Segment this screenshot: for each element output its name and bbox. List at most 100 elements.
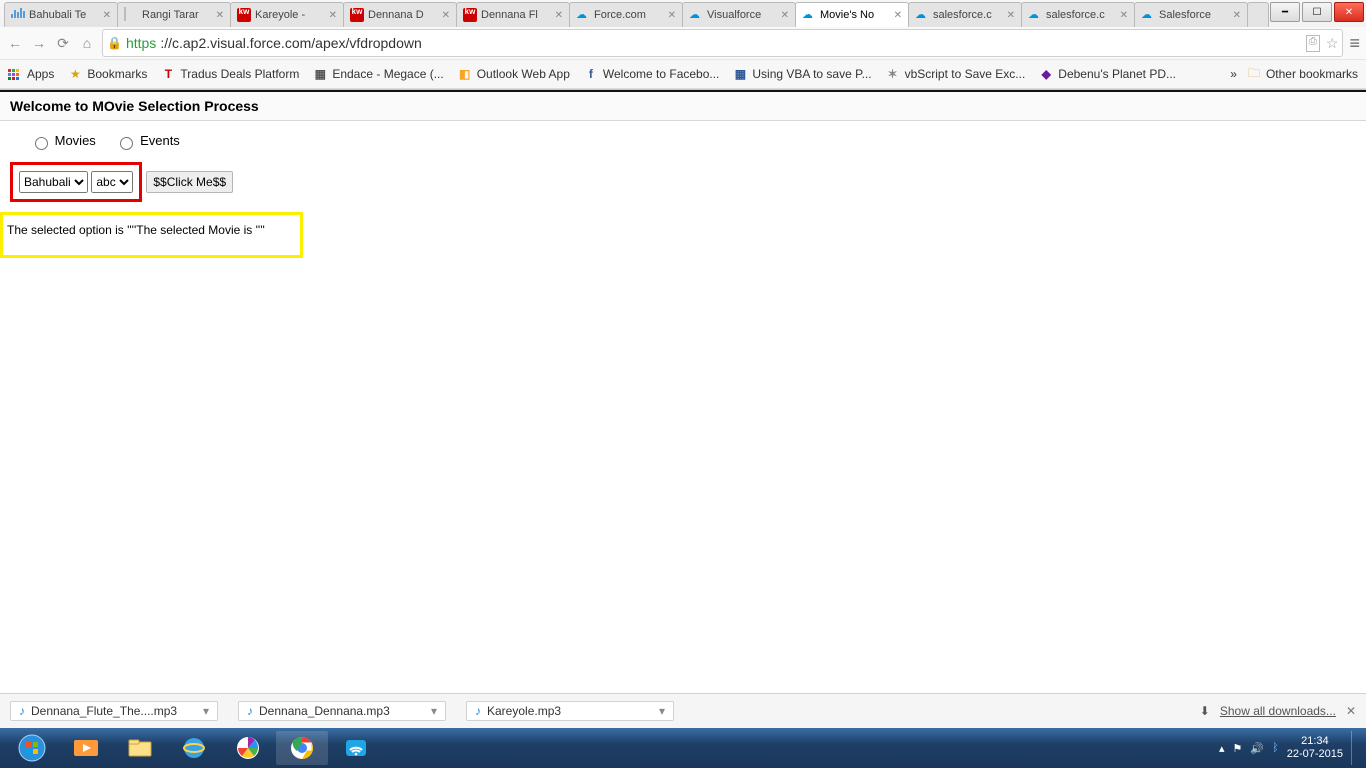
tab-close-icon[interactable]: ✕ (442, 10, 450, 21)
tab-label: salesforce.c (1046, 9, 1114, 21)
bookmark-item[interactable]: ▦ Endace - Megace (... (313, 67, 443, 81)
salesforce-cloud-icon: ☁ (915, 8, 929, 22)
tab-close-icon[interactable]: ✕ (329, 10, 337, 21)
bookmark-label: Tradus Deals Platform (180, 67, 299, 81)
address-bar[interactable]: 🔒 https://c.ap2.visual.force.com/apex/vf… (102, 29, 1343, 57)
reload-button[interactable]: ⟳ (54, 35, 72, 52)
url-scheme: https (126, 35, 156, 51)
bookmark-overflow-button[interactable]: » (1230, 67, 1237, 81)
window-maximize-button[interactable]: ☐ (1302, 2, 1332, 22)
other-bookmarks-label: Other bookmarks (1266, 67, 1358, 81)
radio-movies-wrap[interactable]: Movies (30, 133, 96, 148)
browser-tab[interactable]: ☁Visualforce✕ (682, 2, 796, 27)
download-item[interactable]: ♪Kareyole.mp3▾ (466, 701, 674, 721)
tab-close-icon[interactable]: ✕ (216, 10, 224, 21)
taskbar-ie[interactable] (168, 731, 220, 765)
systray-show-hidden-icon[interactable]: ▴ (1219, 742, 1225, 755)
bookmark-item[interactable]: ◧Outlook Web App (458, 67, 570, 81)
tab-close-icon[interactable]: ✕ (894, 10, 902, 21)
bookmark-favicon: ▦ (313, 67, 327, 81)
secondary-dropdown[interactable]: abc (91, 171, 133, 193)
browser-tab[interactable]: Bahubali Te ✕ (4, 2, 118, 27)
bookmark-label: Endace - Megace (... (332, 67, 443, 81)
home-button[interactable]: ⌂ (78, 35, 96, 51)
windows-taskbar: ▴ ⚑ 🔊 ᛒ 21:34 22-07-2015 (0, 728, 1366, 768)
show-desktop-button[interactable] (1351, 731, 1360, 765)
bookmark-favicon: ✶ (886, 67, 900, 81)
tab-close-icon[interactable]: ✕ (781, 10, 789, 21)
chevron-down-icon[interactable]: ▾ (431, 704, 437, 718)
salesforce-cloud-icon: ☁ (1028, 8, 1042, 22)
folder-icon: 🗀 (1247, 64, 1261, 85)
systray-action-center-icon[interactable]: ⚑ (1233, 742, 1243, 755)
other-bookmarks-button[interactable]: 🗀 Other bookmarks (1247, 64, 1358, 85)
browser-tab[interactable]: ☁ salesforce.c ✕ (1021, 2, 1135, 27)
window-close-button[interactable]: ✕ (1334, 2, 1364, 22)
bookmark-item-star[interactable]: ★ Bookmarks (68, 67, 147, 81)
browser-tab[interactable]: ☁salesforce.c✕ (908, 2, 1022, 27)
movie-dropdown[interactable]: Bahubali (19, 171, 88, 193)
click-me-button[interactable]: $$Click Me$$ (146, 171, 233, 193)
systray-volume-icon[interactable]: 🔊 (1250, 742, 1264, 755)
back-button[interactable]: ← (6, 35, 24, 51)
salesforce-cloud-icon: ☁ (1141, 8, 1155, 22)
pdf-reader-icon[interactable]: ⎙ (1306, 35, 1320, 52)
tab-label: Bahubali Te (29, 9, 97, 21)
apps-shortcut[interactable]: Apps (8, 67, 54, 81)
new-tab-button[interactable] (1247, 2, 1269, 27)
taskbar-chrome[interactable] (276, 731, 328, 765)
chrome-menu-button[interactable]: ≡ (1349, 33, 1360, 54)
page-favicon (124, 8, 138, 22)
chevron-down-icon[interactable]: ▾ (659, 704, 665, 718)
bookmark-item[interactable]: ✶vbScript to Save Exc... (886, 67, 1026, 81)
bookmark-item[interactable]: ▦Using VBA to save P... (733, 67, 871, 81)
systray-bluetooth-icon[interactable]: ᛒ (1272, 742, 1279, 754)
bookmark-label: Using VBA to save P... (752, 67, 871, 81)
salesforce-cloud-icon: ☁ (576, 8, 590, 22)
radio-events[interactable] (120, 137, 133, 150)
download-filename: Kareyole.mp3 (487, 704, 561, 718)
window-minimize-button[interactable]: ━ (1270, 2, 1300, 22)
bookmark-label: Bookmarks (87, 67, 147, 81)
tab-close-icon[interactable]: ✕ (1007, 10, 1015, 21)
forward-button[interactable]: → (30, 35, 48, 51)
taskbar-media-player[interactable] (60, 731, 112, 765)
bookmark-item[interactable]: TTradus Deals Platform (161, 67, 299, 81)
start-button[interactable] (6, 731, 58, 765)
chevron-down-icon[interactable]: ▾ (203, 704, 209, 718)
lock-icon: 🔒 (107, 36, 122, 50)
show-all-downloads-link[interactable]: Show all downloads... (1220, 704, 1336, 718)
bookmark-favicon: ◧ (458, 67, 472, 81)
tab-close-icon[interactable]: ✕ (1120, 10, 1128, 21)
browser-tab[interactable]: ☁Force.com ✕ (569, 2, 683, 27)
radio-movies[interactable] (35, 137, 48, 150)
page-title: Welcome to MOvie Selection Process (0, 92, 1366, 121)
browser-tab[interactable]: ☁Movie's No✕ (795, 2, 909, 27)
bookmark-favicon: f (584, 67, 598, 81)
taskbar-file-explorer[interactable] (114, 731, 166, 765)
bookmark-label: Debenu's Planet PD... (1058, 67, 1176, 81)
download-item[interactable]: ♪Dennana_Dennana.mp3▾ (238, 701, 446, 721)
tab-close-icon[interactable]: ✕ (555, 10, 563, 21)
audio-file-icon: ♪ (19, 704, 25, 718)
taskbar-picasa[interactable] (222, 731, 274, 765)
tab-close-icon[interactable]: ✕ (103, 10, 111, 21)
browser-tab[interactable]: kwKareyole - ✕ (230, 2, 344, 27)
taskbar-wifi[interactable] (330, 731, 382, 765)
browser-tab[interactable]: kwDennana D✕ (343, 2, 457, 27)
close-download-shelf-button[interactable]: ✕ (1346, 704, 1356, 718)
browser-tab[interactable]: kwDennana Fl✕ (456, 2, 570, 27)
tab-close-icon[interactable]: ✕ (668, 10, 676, 21)
browser-tab[interactable]: Rangi Tarar✕ (117, 2, 231, 27)
bookmark-item[interactable]: f Welcome to Facebo... (584, 67, 720, 81)
bookmark-label: Welcome to Facebo... (603, 67, 720, 81)
systray-clock[interactable]: 21:34 22-07-2015 (1287, 735, 1343, 761)
bookmark-star-icon[interactable]: ☆ (1326, 35, 1339, 52)
bookmark-item[interactable]: ◆ Debenu's Planet PD... (1039, 67, 1176, 81)
kw-favicon: kw (463, 8, 477, 22)
browser-tab[interactable]: ☁Salesforce ✕ (1134, 2, 1248, 27)
download-item[interactable]: ♪Dennana_Flute_The....mp3▾ (10, 701, 218, 721)
radio-events-wrap[interactable]: Events (115, 133, 179, 148)
tab-close-icon[interactable]: ✕ (1233, 10, 1241, 21)
bookmark-favicon: ◆ (1039, 67, 1053, 81)
